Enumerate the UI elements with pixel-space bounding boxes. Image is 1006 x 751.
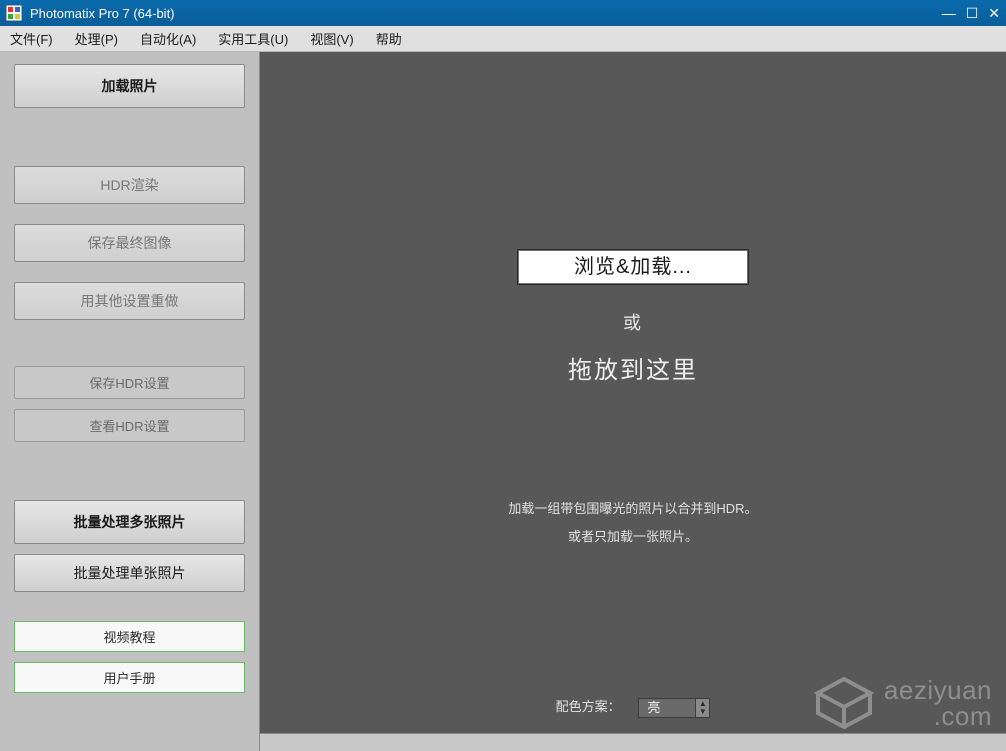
user-manual-link[interactable]: 用户手册 (14, 662, 245, 693)
save-final-button[interactable]: 保存最终图像 (14, 224, 245, 262)
horizontal-scrollbar[interactable] (260, 733, 1006, 751)
minimize-button[interactable]: ― (942, 5, 956, 21)
menubar: 文件(F) 处理(P) 自动化(A) 实用工具(U) 视图(V) 帮助 (0, 26, 1006, 52)
color-scheme-select[interactable]: 亮 ▲▼ (638, 698, 710, 718)
color-scheme-row: 配色方案： 亮 ▲▼ (260, 696, 1006, 718)
save-hdr-settings-button[interactable]: 保存HDR设置 (14, 366, 245, 399)
batch-multi-button[interactable]: 批量处理多张照片 (14, 500, 245, 544)
browse-load-button[interactable]: 浏览&加载... (517, 249, 749, 285)
load-photos-button[interactable]: 加载照片 (14, 64, 245, 108)
color-scheme-value: 亮 (647, 700, 660, 715)
spinner-icon[interactable]: ▲▼ (695, 699, 709, 717)
app-icon (6, 5, 22, 21)
window-controls: ― ☐ ✕ (942, 0, 1000, 26)
menu-file[interactable]: 文件(F) (10, 29, 53, 48)
view-hdr-settings-button[interactable]: 查看HDR设置 (14, 409, 245, 442)
menu-view[interactable]: 视图(V) (310, 29, 353, 48)
hdr-render-button[interactable]: HDR渲染 (14, 166, 245, 204)
hint-line-1: 加载一组带包围曝光的照片以合并到HDR。 (260, 498, 1006, 517)
maximize-button[interactable]: ☐ (966, 5, 979, 22)
menu-utilities[interactable]: 实用工具(U) (218, 29, 288, 48)
hint-line-2: 或者只加载一张照片。 (260, 526, 1006, 545)
sidebar: 加载照片 HDR渲染 保存最终图像 用其他设置重做 保存HDR设置 查看HDR设… (0, 52, 260, 751)
batch-single-button[interactable]: 批量处理单张照片 (14, 554, 245, 592)
titlebar: Photomatix Pro 7 (64-bit) ― ☐ ✕ (0, 0, 1006, 26)
color-scheme-label: 配色方案： (556, 699, 621, 714)
menu-help[interactable]: 帮助 (376, 29, 402, 48)
drop-here-label: 拖放到这里 (260, 350, 1006, 385)
menu-automate[interactable]: 自动化(A) (140, 29, 196, 48)
video-tutorial-link[interactable]: 视频教程 (14, 621, 245, 652)
menu-process[interactable]: 处理(P) (75, 29, 118, 48)
window-title: Photomatix Pro 7 (64-bit) (30, 6, 175, 21)
close-button[interactable]: ✕ (988, 5, 1000, 22)
redo-other-settings-button[interactable]: 用其他设置重做 (14, 282, 245, 320)
or-label: 或 (260, 309, 1006, 335)
main-viewport: 浏览&加载... 或 拖放到这里 加载一组带包围曝光的照片以合并到HDR。 或者… (260, 52, 1006, 751)
